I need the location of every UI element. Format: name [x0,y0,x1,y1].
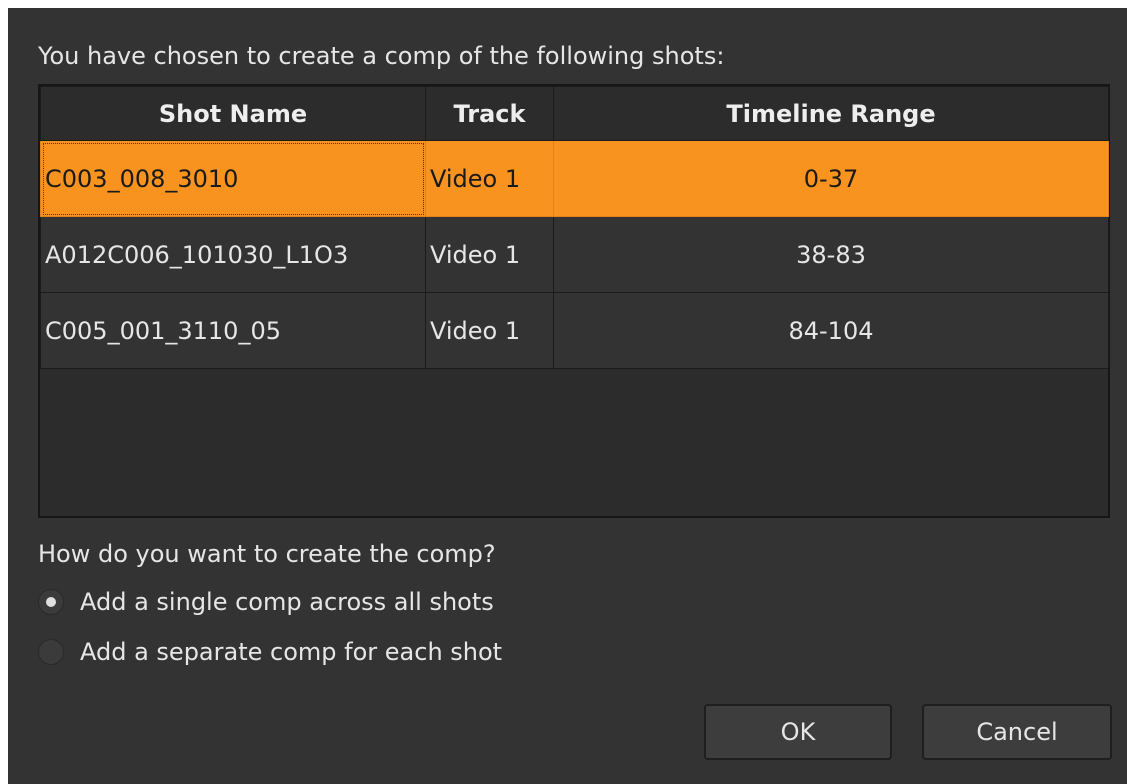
table-row[interactable]: C005_001_3110_05 Video 1 84-104 [40,292,1109,369]
radio-button-unchecked[interactable] [38,639,64,665]
radio-dot-icon [46,597,56,607]
shot-name-cell[interactable]: A012C006_101030_L1O3 [40,216,426,293]
comp-question-label: How do you want to create the comp? [38,540,496,568]
timeline-range-cell[interactable]: 0-37 [553,140,1109,217]
track-cell[interactable]: Video 1 [425,292,554,369]
shots-table: Shot Name Track Timeline Range C003_008_… [38,84,1110,518]
shot-name-cell[interactable]: C003_008_3010 [40,140,426,217]
option-separate-comp-label: Add a separate comp for each shot [80,638,503,666]
table-header-row: Shot Name Track Timeline Range [40,86,1109,141]
create-comp-dialog: You have chosen to create a comp of the … [8,8,1127,784]
table-row[interactable]: C003_008_3010 Video 1 0-37 [40,140,1109,217]
timeline-range-cell[interactable]: 38-83 [553,216,1109,293]
radio-button-checked[interactable] [38,589,64,615]
intro-text: You have chosen to create a comp of the … [38,42,725,70]
column-header-shot-name[interactable]: Shot Name [40,86,426,141]
option-single-comp[interactable]: Add a single comp across all shots [38,588,494,616]
track-cell[interactable]: Video 1 [425,140,554,217]
column-header-track[interactable]: Track [425,86,554,141]
table-row[interactable]: A012C006_101030_L1O3 Video 1 38-83 [40,216,1109,293]
cancel-button[interactable]: Cancel [922,704,1112,760]
ok-button[interactable]: OK [704,704,892,760]
track-cell[interactable]: Video 1 [425,216,554,293]
shot-name-cell[interactable]: C005_001_3110_05 [40,292,426,369]
option-separate-comp[interactable]: Add a separate comp for each shot [38,638,502,666]
column-header-timeline-range[interactable]: Timeline Range [553,86,1109,141]
timeline-range-cell[interactable]: 84-104 [553,292,1109,369]
option-single-comp-label: Add a single comp across all shots [80,588,494,616]
